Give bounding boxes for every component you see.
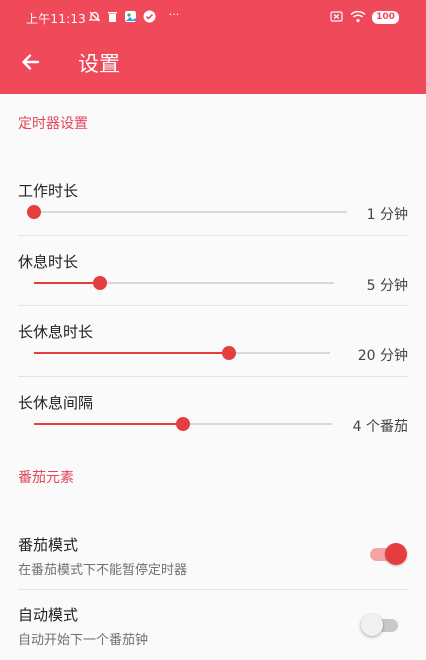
slider-thumb[interactable] (222, 346, 237, 360)
status-bar: 上午11:13 ··· 100 (0, 0, 426, 34)
sim-off-icon (330, 10, 343, 23)
tomato-mode-label: 番茄模式 (18, 536, 79, 554)
long-rest-duration-label: 长休息时长 (18, 323, 94, 341)
divider (18, 235, 408, 236)
back-button[interactable] (18, 49, 44, 75)
tomato-mode-description: 在番茄模式下不能暂停定时器 (18, 563, 188, 578)
rest-duration-label: 休息时长 (18, 253, 79, 271)
long-rest-duration-value: 20 分钟 (357, 348, 408, 364)
long-rest-duration-slider[interactable] (34, 346, 330, 360)
section-header-tomato: 番茄元素 (18, 470, 74, 486)
work-duration-slider[interactable] (27, 205, 347, 219)
notification-off-icon (88, 10, 101, 23)
toggle-knob (361, 614, 383, 636)
work-duration-label: 工作时长 (18, 182, 79, 200)
check-circle-icon (143, 10, 156, 23)
divider (18, 589, 408, 590)
arrow-left-icon (22, 54, 40, 70)
tomato-mode-toggle[interactable] (370, 543, 407, 565)
auto-mode-label: 自动模式 (18, 606, 79, 624)
rest-duration-value: 5 分钟 (366, 278, 408, 294)
slider-thumb[interactable] (176, 417, 190, 431)
slider-fill (34, 423, 183, 425)
work-duration-value: 1 分钟 (366, 207, 408, 223)
long-rest-interval-slider[interactable] (34, 417, 332, 431)
divider (18, 305, 408, 306)
slider-track (34, 211, 347, 213)
toggle-knob (385, 543, 407, 565)
trash-icon (106, 10, 119, 23)
long-rest-interval-value: 4 个番茄 (352, 419, 408, 435)
slider-fill (34, 282, 100, 284)
slider-thumb[interactable] (93, 276, 107, 290)
status-time: 上午11:13 (26, 12, 86, 26)
page-title: 设置 (78, 52, 120, 76)
rest-duration-slider[interactable] (34, 276, 334, 290)
gallery-icon (124, 10, 137, 23)
slider-thumb[interactable] (27, 205, 41, 219)
battery-indicator: 100 (372, 11, 399, 24)
section-header-timer: 定时器设置 (18, 116, 88, 132)
auto-mode-description: 自动开始下一个番茄钟 (18, 633, 149, 648)
long-rest-interval-label: 长休息间隔 (18, 394, 94, 412)
slider-fill (34, 352, 230, 354)
auto-mode-toggle[interactable] (361, 614, 400, 636)
app-bar: 上午11:13 ··· 100 设置 (0, 0, 426, 94)
wifi-icon (350, 10, 366, 23)
divider (18, 376, 408, 377)
more-notifications-icon: ··· (168, 8, 180, 21)
